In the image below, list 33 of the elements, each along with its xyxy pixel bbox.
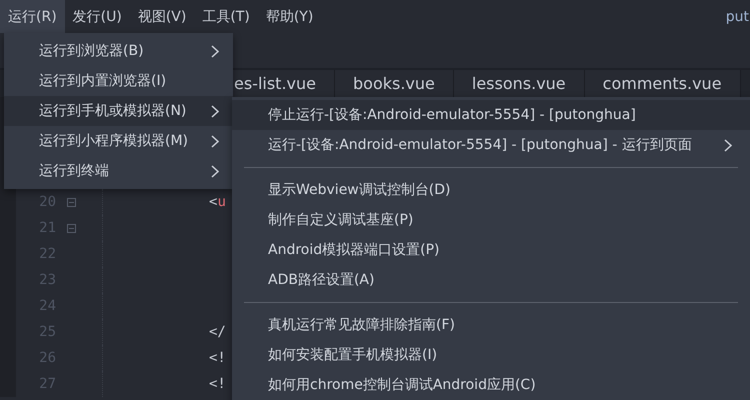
code-text: <! xyxy=(209,350,226,366)
chevron-right-icon xyxy=(211,104,219,118)
window-title: put xyxy=(726,8,750,26)
code-text: <u xyxy=(209,194,226,210)
fold-icon[interactable] xyxy=(66,224,76,232)
menu-item[interactable]: 帮助(Y) xyxy=(258,0,322,33)
menu-item[interactable]: 视图(V) xyxy=(130,0,194,33)
menu-item[interactable]: 发行(U) xyxy=(64,0,130,33)
menu-item[interactable]: 工具(T) xyxy=(194,0,258,33)
chevron-right-icon xyxy=(211,164,219,178)
menu-item[interactable]: 运行到手机或模拟器(N) xyxy=(4,96,233,126)
menu-item[interactable]: 停止运行-[设备:Android-emulator-5554] - [putonghua] xyxy=(232,100,750,130)
file-tab[interactable]: lessons.vue xyxy=(454,70,585,97)
menu-item[interactable]: 运行到终端 xyxy=(4,156,233,186)
chevron-right-icon xyxy=(724,138,732,152)
code-text: <! xyxy=(209,376,226,392)
chevron-right-icon xyxy=(211,134,219,148)
menu-item[interactable]: ADB路径设置(A) xyxy=(232,265,750,295)
chevron-right-icon xyxy=(211,44,219,58)
menu-item[interactable]: 如何用chrome控制台调试Android应用(C) xyxy=(232,370,750,400)
menu-item[interactable]: 真机运行常见故障排除指南(F) xyxy=(232,310,750,340)
menu-item[interactable]: 显示Webview调试控制台(D) xyxy=(232,175,750,205)
code-text: </ xyxy=(209,324,226,340)
menu-item[interactable]: 制作自定义调试基座(P) xyxy=(232,205,750,235)
file-tab[interactable]: comments.vue xyxy=(584,70,741,97)
fold-icon[interactable] xyxy=(66,198,76,206)
file-tab[interactable]: books.vue xyxy=(335,70,454,97)
menu-item[interactable]: 如何安装配置手机模拟器(I) xyxy=(232,340,750,370)
menu-item[interactable]: 运行(R) xyxy=(0,0,65,33)
menu-item[interactable]: 运行到小程序模拟器(M) xyxy=(4,126,233,156)
menu-item[interactable]: 运行到浏览器(B) xyxy=(4,36,233,66)
menu-item[interactable]: Android模拟器端口设置(P) xyxy=(232,235,750,265)
menu-item[interactable]: 运行-[设备:Android-emulator-5554] - [putonghua] - 运行到页面 xyxy=(232,130,750,160)
